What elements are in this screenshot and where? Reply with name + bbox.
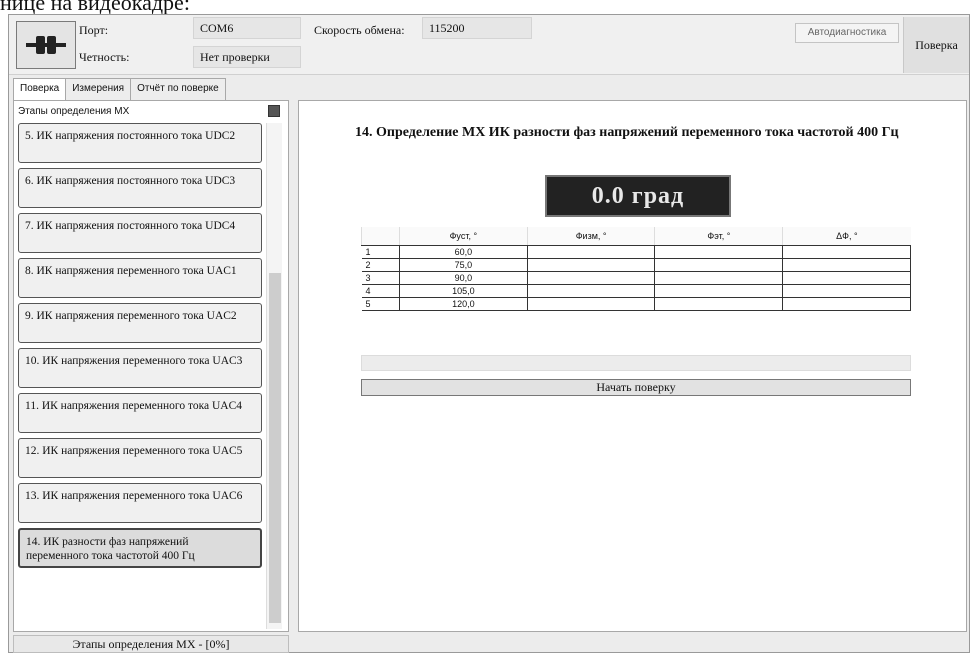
plug-icon [26,36,66,54]
step-item-selected[interactable]: 14. ИК разности фаз напряжений переменно… [18,528,262,568]
table-header: ΔФ, ° [782,227,911,246]
main-panel: 14. Определение МХ ИК разности фаз напря… [298,100,967,632]
page-title: 14. Определение МХ ИК разности фаз напря… [355,125,899,140]
row-number: 5 [361,296,400,311]
cell-reference-phase [654,270,784,285]
row-number: 1 [361,244,400,259]
autodiagnostics-button[interactable]: Автодиагностика [795,23,899,43]
step-item[interactable]: 10. ИК напряжения переменного тока UAC3 [18,348,262,388]
row-number: 4 [361,283,400,298]
table-row: 3 90,0 [361,270,911,285]
step-item[interactable]: 13. ИК напряжения переменного тока UAC6 [18,483,262,523]
cell-reference-phase [654,283,784,298]
step-item[interactable]: 11. ИК напряжения переменного тока UAC4 [18,393,262,433]
progress-strip [361,355,911,371]
parity-select[interactable]: Нет проверки [193,46,301,68]
row-number: 2 [361,257,400,272]
table-row: 4 105,0 [361,283,911,298]
step-item[interactable]: 5. ИК напряжения постоянного тока UDC2 [18,123,262,163]
step-item[interactable]: 7. ИК напряжения постоянного тока UDC4 [18,213,262,253]
port-label: Порт: [79,23,109,37]
steps-scrollbar[interactable] [266,123,282,629]
cell-reference-phase [654,257,784,272]
cell-delta-phase [782,270,911,285]
poverka-button[interactable]: Поверка [903,17,969,73]
port-select[interactable]: COM6 [193,17,301,39]
baud-select[interactable]: 115200 [422,17,532,39]
table-header [361,227,400,246]
baud-label: Скорость обмена: [314,23,405,37]
cell-delta-phase [782,257,911,272]
row-number: 3 [361,270,400,285]
measurement-table: Фуст, ° Физм, ° Фэт, ° ΔФ, ° 1 60,0 2 75… [361,227,911,311]
toolbar: Порт: COM6 Четность: Нет проверки Скорос… [9,15,969,75]
app-window: Порт: COM6 Четность: Нет проверки Скорос… [8,14,970,653]
cell-measured-phase [526,257,656,272]
cell-set-phase: 90,0 [398,270,528,285]
tab-report[interactable]: Отчёт по поверке [130,78,226,100]
scroll-thumb[interactable] [269,273,281,623]
connect-button[interactable] [16,21,76,69]
parity-label: Четность: [79,50,130,64]
cell-measured-phase [526,296,656,311]
cell-set-phase: 75,0 [398,257,528,272]
table-header: Фуст, ° [398,227,528,246]
step-item[interactable]: 6. ИК напряжения постоянного тока UDC3 [18,168,262,208]
start-verification-button[interactable]: Начать поверку [361,379,911,396]
table-row: 1 60,0 [361,244,911,259]
tab-bar: Поверка Измерения Отчёт по поверке [13,78,226,100]
cell-set-phase: 105,0 [398,283,528,298]
table-row: 5 120,0 [361,296,911,311]
tab-poverka[interactable]: Поверка [13,78,67,100]
cell-delta-phase [782,283,911,298]
steps-header: Этапы определения МХ [18,106,130,117]
table-header: Фэт, ° [654,227,783,246]
table-row: 2 75,0 [361,257,911,272]
cell-delta-phase [782,296,911,311]
cell-delta-phase [782,244,911,259]
cell-set-phase: 120,0 [398,296,528,311]
step-item[interactable]: 8. ИК напряжения переменного тока UAC1 [18,258,262,298]
status-bar: Этапы определения МХ - [0%] [13,635,289,653]
cell-reference-phase [654,244,784,259]
steps-panel: Этапы определения МХ 5. ИК напряжения по… [13,100,289,632]
cell-measured-phase [526,283,656,298]
steps-list: 5. ИК напряжения постоянного тока UDC2 6… [18,123,262,629]
table-header: Физм, ° [526,227,655,246]
step-item[interactable]: 12. ИК напряжения переменного тока UAC5 [18,438,262,478]
cell-set-phase: 60,0 [398,244,528,259]
phase-display: 0.0 град [545,175,731,217]
cell-reference-phase [654,296,784,311]
cell-measured-phase [526,270,656,285]
step-item[interactable]: 9. ИК напряжения переменного тока UAC2 [18,303,262,343]
cell-measured-phase [526,244,656,259]
collapse-icon[interactable] [268,105,280,117]
tab-measurements[interactable]: Измерения [65,78,132,100]
